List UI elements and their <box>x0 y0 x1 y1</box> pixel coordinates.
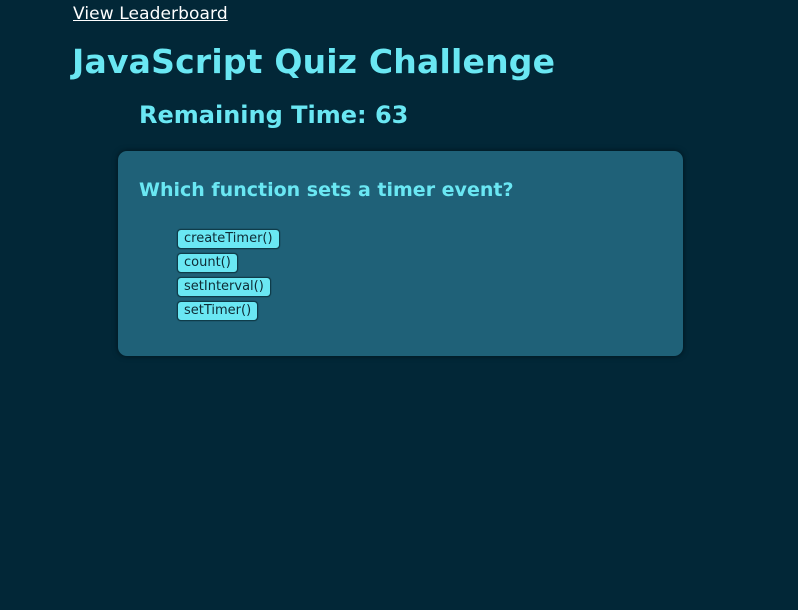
answer-button-set-timer[interactable]: setTimer() <box>177 301 259 321</box>
answer-button-set-interval[interactable]: setInterval() <box>177 277 271 297</box>
answer-choice-item: count() <box>177 251 280 275</box>
answer-button-count[interactable]: count() <box>177 253 238 273</box>
question-text: Which function sets a timer event? <box>139 179 514 201</box>
page-title: JavaScript Quiz Challenge <box>72 42 556 81</box>
view-leaderboard-link[interactable]: View Leaderboard <box>73 4 228 24</box>
answer-choice-item: setInterval() <box>177 275 280 299</box>
quiz-card: Which function sets a timer event? creat… <box>118 151 683 356</box>
answer-choice-item: createTimer() <box>177 227 280 251</box>
remaining-time: Remaining Time: 63 <box>139 101 409 129</box>
answer-button-create-timer[interactable]: createTimer() <box>177 229 280 249</box>
answer-choice-item: setTimer() <box>177 299 280 323</box>
answer-choices: createTimer() count() setInterval() setT… <box>177 227 280 323</box>
